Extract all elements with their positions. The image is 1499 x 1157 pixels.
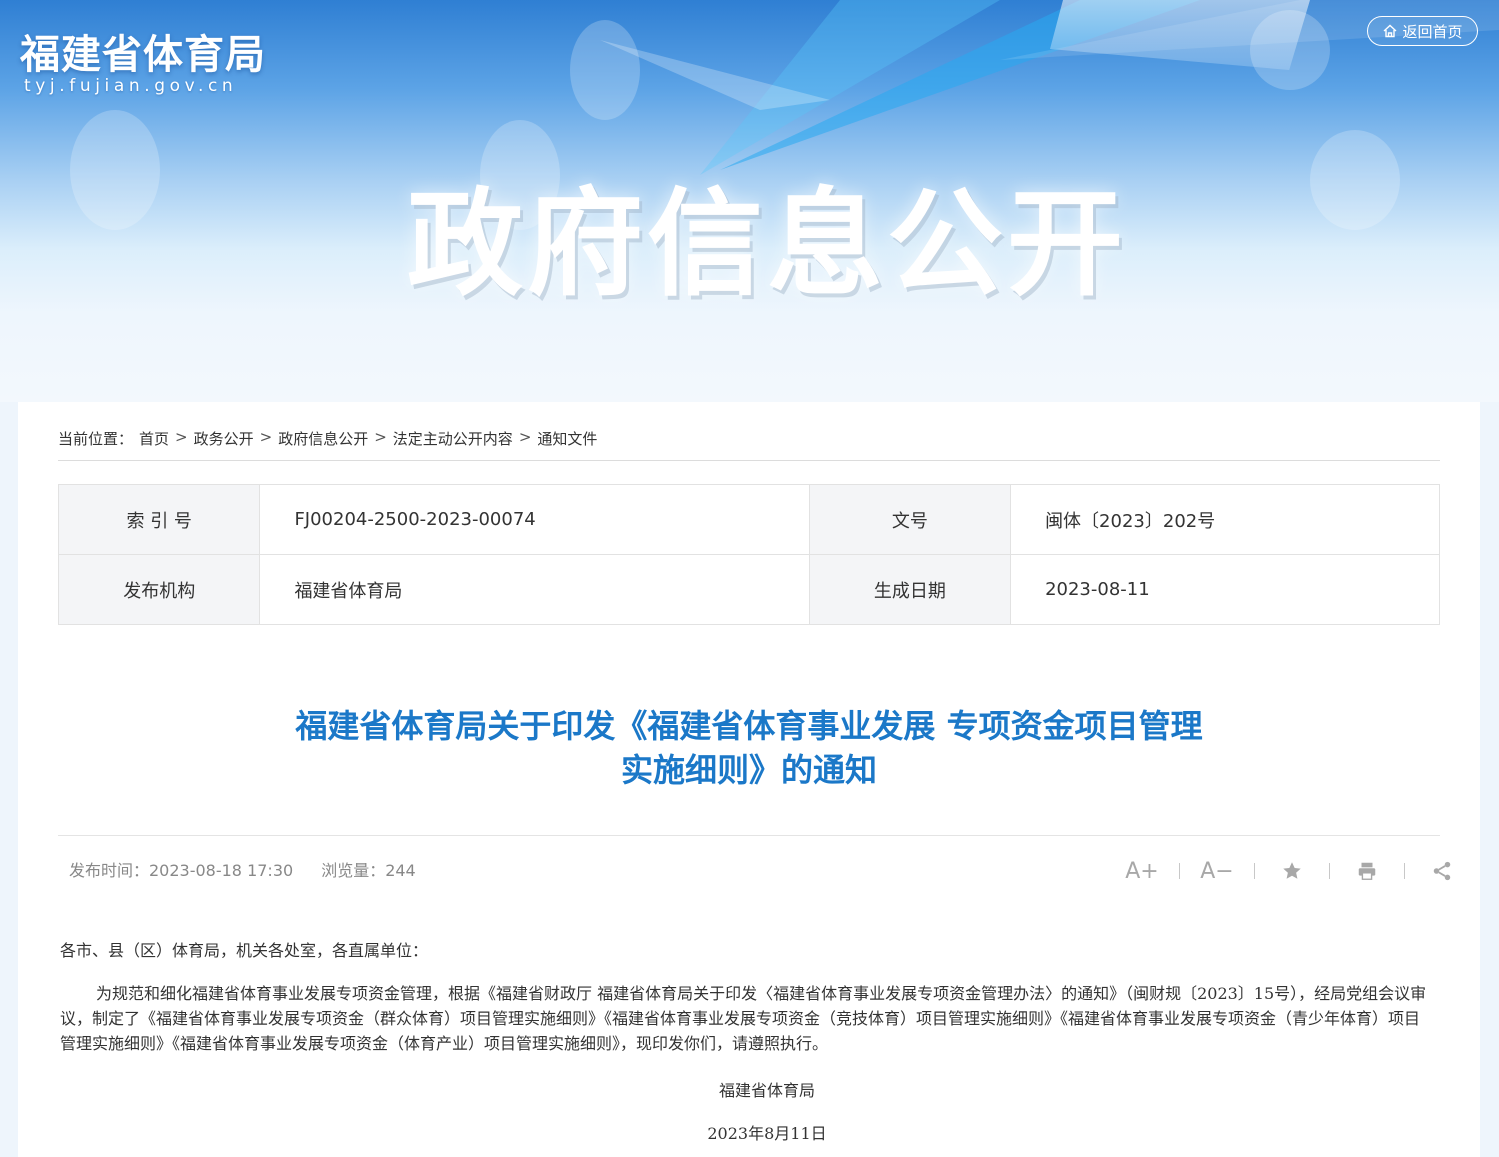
created-date-label: 生成日期	[808, 554, 1012, 625]
toolbar-divider	[1254, 863, 1255, 879]
breadcrumb: 当前位置： 首页 > 政务公开 > 政府信息公开 > 法定主动公开内容 > 通知…	[58, 428, 597, 449]
index-number-value: FJ00204-2500-2023-00074	[259, 484, 810, 555]
article-greeting: 各市、县（区）体育局，机关各处室，各直属单位：	[60, 941, 429, 960]
breadcrumb-item-statutory[interactable]: 法定主动公开内容	[393, 428, 513, 449]
font-increase-button[interactable]: A+	[1125, 856, 1159, 886]
header-banner: 福建省体育局 tyj.fujian.gov.cn 返回首页 政府信息公开	[0, 0, 1499, 402]
article-title-line-2: 实施细则》的通知	[620, 751, 877, 789]
document-number-label: 文号	[808, 484, 1012, 555]
share-icon	[1433, 861, 1451, 881]
article-paragraph: 为规范和细化福建省体育事业发展专项资金管理，根据《福建省财政厅 福建省体育局关于…	[60, 984, 1427, 1053]
breadcrumb-label: 当前位置：	[58, 430, 134, 448]
document-number-value: 闽体〔2023〕202号	[1010, 484, 1440, 555]
view-count: 浏览量：244	[321, 861, 416, 880]
printer-icon	[1358, 862, 1376, 880]
breadcrumb-item-gov-affairs[interactable]: 政务公开	[194, 428, 254, 449]
article-toolbar: A+ A−	[1125, 856, 1459, 886]
athlete-silhouette-runner	[570, 20, 640, 120]
publisher-label: 发布机构	[57, 554, 261, 625]
article-signature: 福建省体育局	[718, 1081, 815, 1100]
athlete-silhouette-badminton	[1250, 10, 1330, 90]
athlete-silhouette-basketball	[70, 110, 160, 230]
created-date-value: 2023-08-11	[1010, 554, 1440, 625]
hero-title: 政府信息公开	[407, 177, 1127, 312]
title-divider	[58, 835, 1440, 836]
table-row: 发布机构 福建省体育局 生成日期 2023-08-11	[57, 554, 1440, 625]
favorite-button[interactable]	[1275, 856, 1309, 886]
athlete-silhouette-tennis	[1310, 130, 1400, 230]
star-icon	[1283, 862, 1301, 879]
publisher-value: 福建省体育局	[259, 554, 810, 625]
breadcrumb-separator: >	[259, 428, 273, 446]
print-button[interactable]	[1350, 856, 1384, 886]
toolbar-divider	[1404, 863, 1405, 879]
document-meta-table: 索 引 号 FJ00204-2500-2023-00074 文号 闽体〔2023…	[57, 484, 1440, 625]
font-decrease-button[interactable]: A−	[1200, 856, 1234, 886]
table-row: 索 引 号 FJ00204-2500-2023-00074 文号 闽体〔2023…	[57, 484, 1440, 555]
publish-time: 发布时间：2023-08-18 17:30	[69, 861, 294, 880]
breadcrumb-divider	[58, 460, 1440, 461]
breadcrumb-item-home[interactable]: 首页	[139, 428, 169, 449]
site-logo-text[interactable]: 福建省体育局	[20, 22, 266, 80]
breadcrumb-separator: >	[175, 428, 188, 446]
main-content: 当前位置： 首页 > 政务公开 > 政府信息公开 > 法定主动公开内容 > 通知…	[18, 402, 1480, 1157]
home-button[interactable]: 返回首页	[1367, 16, 1478, 46]
share-button[interactable]	[1425, 856, 1459, 886]
breadcrumb-item-info-disclosure[interactable]: 政府信息公开	[278, 428, 368, 449]
article-title-line-1: 福建省体育局关于印发《福建省体育事业发展 专项资金项目管理	[295, 707, 1203, 745]
index-number-label: 索 引 号	[57, 484, 261, 555]
publish-info: 发布时间：2023-08-18 17:30 浏览量：244	[69, 857, 416, 881]
article-sign-date: 2023年8月11日	[707, 1124, 827, 1143]
breadcrumb-separator: >	[374, 428, 387, 446]
breadcrumb-separator: >	[518, 428, 532, 446]
toolbar-divider	[1179, 863, 1180, 879]
toolbar-divider	[1329, 863, 1330, 879]
site-domain: tyj.fujian.gov.cn	[24, 76, 238, 96]
home-button-label: 返回首页	[1402, 22, 1463, 41]
article-title: 福建省体育局关于印发《福建省体育事业发展 专项资金项目管理 实施细则》的通知	[58, 704, 1440, 792]
home-icon	[1384, 24, 1397, 38]
article-body: 各市、县（区）体育局，机关各处室，各直属单位： 为规范和细化福建省体育事业发展专…	[60, 938, 1430, 1056]
breadcrumb-item-notices[interactable]: 通知文件	[537, 428, 597, 449]
